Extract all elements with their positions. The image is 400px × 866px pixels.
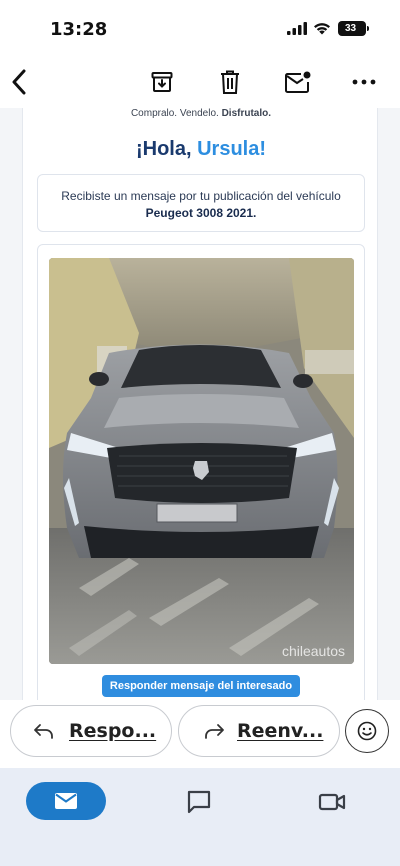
message-toolbar — [0, 56, 400, 108]
forward-arrow-icon — [205, 724, 224, 739]
more-horizontal-icon — [352, 79, 376, 85]
more-options-button[interactable] — [348, 66, 380, 98]
status-bar: 13:28 33 — [0, 0, 400, 56]
email-body: Compralo. Vendelo. Disfrutalo. ¡Hola, Ur… — [0, 108, 400, 700]
mark-unread-button[interactable] — [282, 66, 314, 98]
message-notice-text: Recibiste un mensaje por tu publicación … — [61, 189, 341, 203]
tagline-bold: Disfrutalo. — [221, 108, 272, 119]
greeting-heading: ¡Hola, Ursula! — [23, 138, 379, 161]
reply-label: Respo... — [69, 720, 157, 742]
cellular-signal-icon — [287, 22, 307, 35]
greeting-name: Ursula! — [197, 138, 267, 160]
brand-tagline: Compralo. Vendelo. Disfrutalo. — [23, 108, 379, 119]
bottom-navigation — [0, 768, 400, 866]
delete-button[interactable] — [214, 66, 246, 98]
mail-icon — [55, 793, 77, 809]
message-notice-box: Recibiste un mensaje por tu publicación … — [37, 174, 365, 232]
vehicle-photo-card: chileautos Responder mensaje del interes… — [37, 244, 365, 700]
email-card: Compralo. Vendelo. Disfrutalo. ¡Hola, Ur… — [22, 108, 378, 700]
battery-level: 33 — [344, 23, 357, 34]
reply-arrow-icon — [34, 724, 53, 739]
vehicle-photo: chileautos — [49, 258, 354, 664]
chat-icon[interactable] — [186, 789, 212, 815]
forward-label: Reenv... — [237, 720, 324, 742]
video-icon[interactable] — [318, 789, 346, 815]
tagline-text: Compralo. Vendelo. — [130, 108, 222, 119]
photo-watermark: chileautos — [282, 643, 345, 659]
archive-icon — [151, 72, 173, 92]
status-time: 13:28 — [50, 19, 108, 40]
back-button[interactable] — [4, 66, 36, 98]
battery-icon: 33 — [338, 21, 369, 36]
forward-button[interactable]: Reenv... — [178, 705, 340, 757]
reply-interested-button[interactable]: Responder mensaje del interesado — [102, 675, 300, 697]
nav-mail-tab[interactable] — [26, 782, 106, 820]
mail-unread-icon — [285, 71, 311, 93]
emoji-smile-icon — [357, 721, 377, 741]
chevron-left-icon — [12, 69, 26, 95]
trash-icon — [221, 70, 239, 94]
wifi-icon — [314, 23, 330, 35]
reply-button[interactable]: Respo... — [10, 705, 172, 757]
emoji-reaction-button[interactable] — [345, 709, 389, 753]
car-illustration: chileautos — [49, 258, 354, 664]
greeting-prefix: ¡Hola, — [135, 138, 198, 160]
archive-button[interactable] — [146, 66, 178, 98]
reply-bar: Respo... Reenv... — [0, 700, 400, 768]
gmail-message-screen: 13:28 33 Compralo. Vendelo. Disfrutalo. … — [0, 0, 400, 866]
vehicle-name: Peugeot 3008 2021. — [145, 206, 257, 220]
